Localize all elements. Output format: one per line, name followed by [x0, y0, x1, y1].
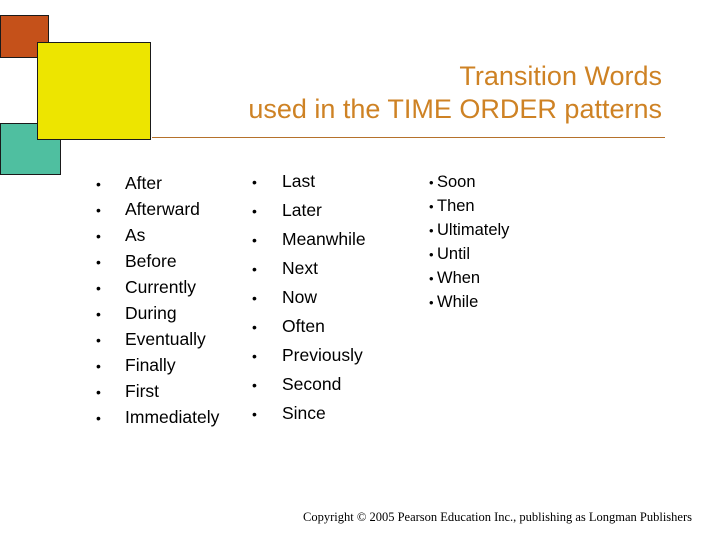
- list-item: • Meanwhile: [252, 225, 366, 254]
- list-item: • Since: [252, 399, 366, 428]
- list-item: • Currently: [96, 274, 219, 300]
- list-item: • Last: [252, 167, 366, 196]
- list-item-label: Immediately: [125, 407, 220, 427]
- list-item: • Often: [252, 312, 366, 341]
- bullet-icon: •: [96, 280, 101, 296]
- list-item: • During: [96, 300, 219, 326]
- bullet-icon: •: [96, 332, 101, 348]
- list-item-label: During: [125, 303, 177, 323]
- slide-title: Transition Words used in the TIME ORDER …: [150, 60, 662, 126]
- list-item-label: Currently: [125, 277, 196, 297]
- bullet-icon: •: [96, 384, 101, 400]
- list-item-label: Now: [282, 287, 318, 307]
- bullet-icon: •: [252, 290, 257, 306]
- bullet-icon: •: [429, 247, 434, 262]
- list-item-label: After: [125, 173, 162, 193]
- list-item-label: Second: [282, 374, 342, 394]
- bullet-icon: •: [96, 306, 101, 322]
- bullet-icon: •: [252, 261, 257, 277]
- list-item-label: Soon: [437, 173, 476, 191]
- list-item: • Previously: [252, 341, 366, 370]
- list-item-label: Last: [282, 171, 316, 191]
- bullet-icon: •: [252, 203, 257, 219]
- title-line-1: Transition Words: [459, 61, 662, 91]
- list-item: • Immediately: [96, 404, 219, 430]
- bullet-icon: •: [96, 358, 101, 374]
- list-item-label: Later: [282, 200, 322, 220]
- bullet-icon: •: [429, 199, 434, 214]
- title-divider-rule: [152, 137, 665, 138]
- list-item: • Now: [252, 283, 366, 312]
- bullet-icon: •: [429, 223, 434, 238]
- list-item: • Later: [252, 196, 366, 225]
- list-item: • After: [96, 170, 219, 196]
- list-item-label: Previously: [282, 345, 363, 365]
- list-item: • First: [96, 378, 219, 404]
- list-item-label: Finally: [125, 355, 176, 375]
- bullet-icon: •: [96, 410, 101, 426]
- list-item: • Until: [429, 242, 509, 266]
- slide-canvas: Transition Words used in the TIME ORDER …: [0, 0, 720, 540]
- bullet-icon: •: [96, 228, 101, 244]
- list-item: • Eventually: [96, 326, 219, 352]
- bullet-icon: •: [252, 174, 257, 190]
- list-item: • Second: [252, 370, 366, 399]
- list-item: • Ultimately: [429, 218, 509, 242]
- bullet-icon: •: [252, 348, 257, 364]
- list-item: • Then: [429, 194, 509, 218]
- list-item-label: While: [437, 293, 479, 311]
- bullet-icon: •: [96, 202, 101, 218]
- copyright-notice: Copyright © 2005 Pearson Education Inc.,…: [303, 510, 692, 524]
- bullet-icon: •: [429, 295, 434, 310]
- list-item-label: Eventually: [125, 329, 206, 349]
- bullet-column-two: • Last • Later • Meanwhile • Next • Now …: [252, 167, 366, 428]
- bullet-icon: •: [96, 254, 101, 270]
- bullet-icon: •: [96, 176, 101, 192]
- bullet-icon: •: [429, 175, 434, 190]
- list-item-label: First: [125, 381, 160, 401]
- bullet-column-three: • Soon • Then • Ultimately • Until • Whe…: [429, 170, 509, 314]
- list-item-label: Before: [125, 251, 177, 271]
- bullet-icon: •: [252, 377, 257, 393]
- list-item: • Before: [96, 248, 219, 274]
- list-item-label: Next: [282, 258, 318, 278]
- list-item-label: As: [125, 225, 146, 245]
- bullet-icon: •: [252, 232, 257, 248]
- bullet-icon: •: [429, 271, 434, 286]
- title-line-2: used in the TIME ORDER patterns: [248, 94, 662, 124]
- list-item-label: Ultimately: [437, 221, 510, 239]
- list-item-label: Since: [282, 403, 326, 423]
- list-item: • Finally: [96, 352, 219, 378]
- list-item: • While: [429, 290, 509, 314]
- list-item: • When: [429, 266, 509, 290]
- list-item-label: Until: [437, 245, 471, 263]
- bullet-column-one: • After • Afterward • As • Before • Curr…: [96, 170, 219, 430]
- bullet-icon: •: [252, 406, 257, 422]
- yellow-square-decoration: [37, 42, 151, 140]
- bullet-icon: •: [252, 319, 257, 335]
- list-item: • Afterward: [96, 196, 219, 222]
- list-item: • Next: [252, 254, 366, 283]
- list-item: • As: [96, 222, 219, 248]
- list-item-label: Meanwhile: [282, 229, 366, 249]
- list-item-label: When: [437, 269, 481, 287]
- list-item: • Soon: [429, 170, 509, 194]
- list-item-label: Then: [437, 197, 475, 215]
- list-item-label: Afterward: [125, 199, 200, 219]
- list-item-label: Often: [282, 316, 325, 336]
